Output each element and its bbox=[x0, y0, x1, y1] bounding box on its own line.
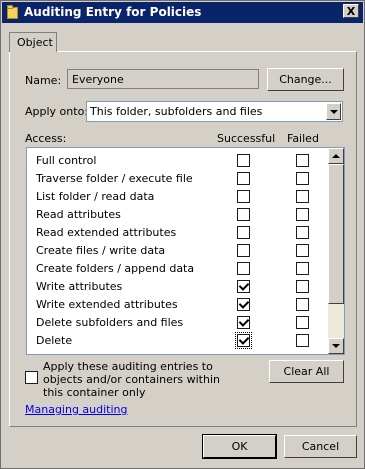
title-bar[interactable]: Auditing Entry for Policies X bbox=[2, 2, 363, 23]
successful-checkbox[interactable] bbox=[235, 332, 252, 349]
list-item: Delete bbox=[27, 332, 327, 350]
window-title: Auditing Entry for Policies bbox=[24, 5, 202, 19]
failed-checkbox[interactable] bbox=[296, 316, 309, 329]
access-entry-name: Traverse folder / execute file bbox=[36, 172, 193, 185]
scroll-thumb[interactable] bbox=[328, 164, 344, 304]
failed-checkbox[interactable] bbox=[296, 154, 309, 167]
list-item: Create files / write data bbox=[27, 242, 327, 260]
apply-to-containers-label: Apply these auditing entries to objects … bbox=[43, 360, 220, 399]
access-entry-name: Create folders / append data bbox=[36, 262, 195, 275]
apply-onto-label: Apply onto: bbox=[25, 105, 89, 118]
list-item: Read attributes bbox=[27, 206, 327, 224]
successful-header: Successful bbox=[217, 132, 276, 145]
access-entry-name: Full control bbox=[36, 154, 97, 167]
apply-onto-value: This folder, subfolders and files bbox=[90, 105, 263, 118]
list-item: Create folders / append data bbox=[27, 260, 327, 278]
failed-checkbox[interactable] bbox=[296, 226, 309, 239]
managing-auditing-link[interactable]: Managing auditing bbox=[25, 403, 128, 416]
list-item: Write attributes bbox=[27, 278, 327, 296]
change-button[interactable]: Change... bbox=[267, 68, 344, 91]
failed-checkbox[interactable] bbox=[296, 280, 309, 293]
successful-checkbox[interactable] bbox=[237, 244, 250, 257]
apply-onto-select[interactable]: This folder, subfolders and files bbox=[86, 101, 343, 122]
failed-checkbox[interactable] bbox=[296, 244, 309, 257]
access-entry-name: Create files / write data bbox=[36, 244, 166, 257]
failed-checkbox[interactable] bbox=[296, 190, 309, 203]
vertical-scrollbar[interactable] bbox=[328, 148, 344, 354]
successful-checkbox[interactable] bbox=[237, 280, 250, 293]
list-item: Traverse folder / execute file bbox=[27, 170, 327, 188]
cancel-button[interactable]: Cancel bbox=[284, 435, 357, 458]
successful-checkbox[interactable] bbox=[237, 316, 250, 329]
access-entry-name: Write attributes bbox=[36, 280, 123, 293]
successful-checkbox[interactable] bbox=[237, 262, 250, 275]
list-item: Read extended attributes bbox=[27, 224, 327, 242]
scroll-up-icon[interactable] bbox=[328, 148, 344, 164]
access-list: Full control Traverse folder / execute fi… bbox=[26, 147, 345, 355]
tab-object-label: Object bbox=[17, 36, 53, 49]
successful-checkbox[interactable] bbox=[237, 208, 250, 221]
access-entry-name: Delete bbox=[36, 334, 73, 347]
folder-icon bbox=[7, 5, 18, 19]
list-item: Write extended attributes bbox=[27, 296, 327, 314]
tab-object[interactable]: Object bbox=[9, 32, 57, 52]
list-item: Delete subfolders and files bbox=[27, 314, 327, 332]
failed-checkbox[interactable] bbox=[296, 262, 309, 275]
name-field: Everyone bbox=[67, 69, 259, 89]
access-entry-name: Read attributes bbox=[36, 208, 121, 221]
successful-checkbox[interactable] bbox=[237, 172, 250, 185]
ok-button[interactable]: OK bbox=[202, 434, 277, 459]
successful-checkbox[interactable] bbox=[237, 298, 250, 311]
successful-checkbox[interactable] bbox=[237, 226, 250, 239]
successful-checkbox[interactable] bbox=[237, 190, 250, 203]
successful-checkbox[interactable] bbox=[237, 154, 250, 167]
failed-checkbox[interactable] bbox=[296, 298, 309, 311]
failed-checkbox[interactable] bbox=[296, 172, 309, 185]
list-item: Full control bbox=[27, 152, 327, 170]
failed-checkbox[interactable] bbox=[296, 334, 309, 347]
access-entry-name: List folder / read data bbox=[36, 190, 155, 203]
access-header: Access: bbox=[25, 132, 67, 145]
access-entry-name: Write extended attributes bbox=[36, 298, 178, 311]
list-item: List folder / read data bbox=[27, 188, 327, 206]
apply-to-containers-checkbox[interactable] bbox=[25, 371, 38, 384]
failed-header: Failed bbox=[287, 132, 319, 145]
clear-all-button[interactable]: Clear All bbox=[269, 360, 344, 383]
failed-checkbox[interactable] bbox=[296, 208, 309, 221]
dialog-window: Auditing Entry for Policies X Object Nam… bbox=[0, 0, 365, 469]
access-entry-name: Delete subfolders and files bbox=[36, 316, 184, 329]
name-label: Name: bbox=[25, 74, 62, 87]
access-entry-name: Read extended attributes bbox=[36, 226, 177, 239]
chevron-down-icon[interactable] bbox=[326, 103, 341, 120]
close-button[interactable]: X bbox=[343, 4, 359, 18]
scroll-down-icon[interactable] bbox=[328, 338, 344, 354]
